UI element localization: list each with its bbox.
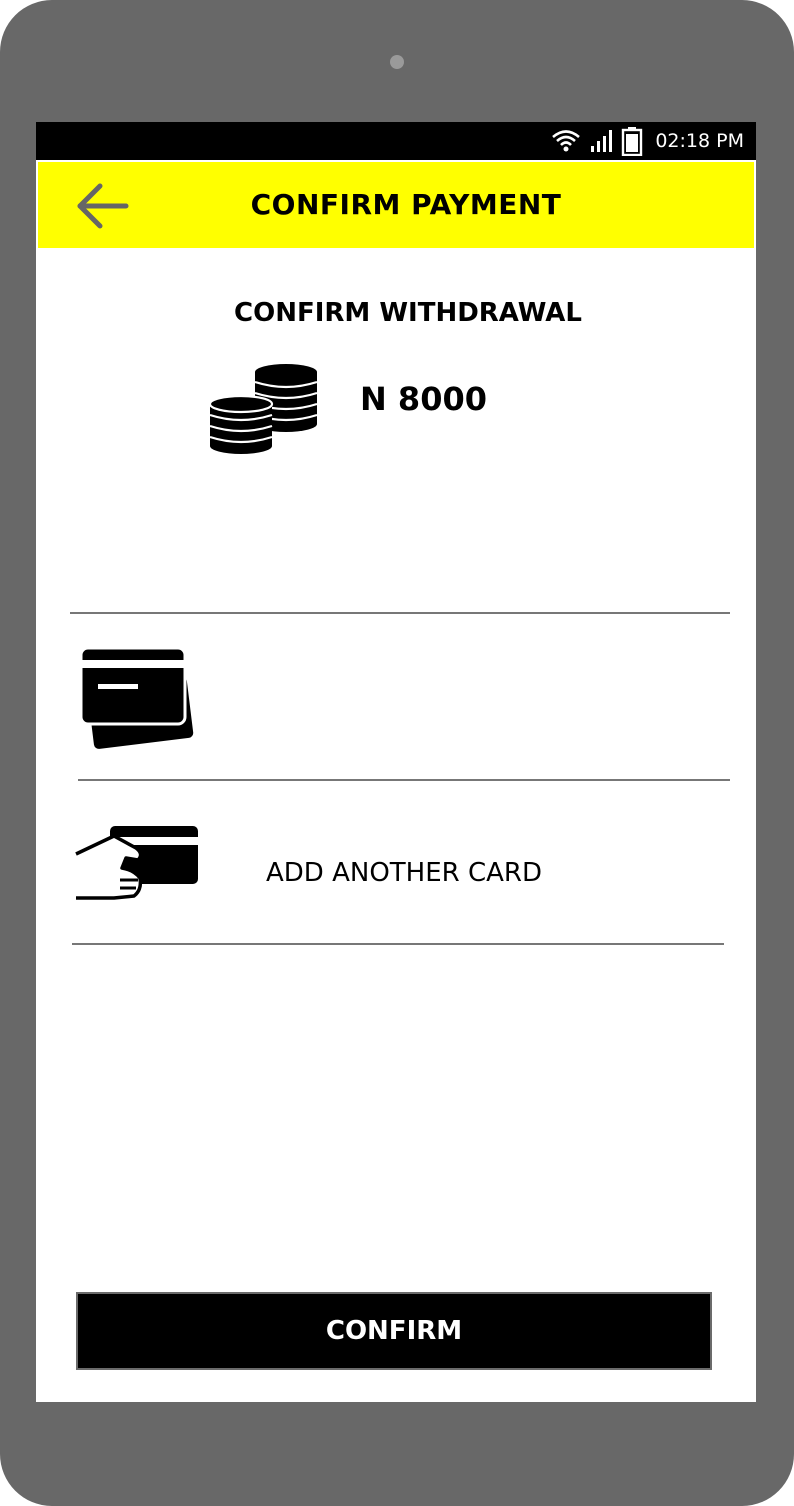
confirm-button[interactable]: CONFIRM bbox=[76, 1292, 712, 1370]
status-icons: 02:18 PM bbox=[551, 122, 744, 160]
status-bar: 02:18 PM bbox=[36, 122, 756, 160]
credit-card-icon[interactable] bbox=[78, 646, 196, 754]
wifi-icon bbox=[552, 130, 581, 152]
app-bar: CONFIRM PAYMENT bbox=[38, 162, 754, 248]
divider-middle bbox=[78, 779, 730, 781]
divider-top bbox=[70, 612, 730, 614]
phone-screen: 02:18 PM CONFIRM PAYMENT CONFIRM WITHDRA… bbox=[36, 122, 756, 1402]
withdrawal-amount: N 8000 bbox=[360, 380, 487, 418]
coins-icon bbox=[208, 364, 318, 454]
withdrawal-title: CONFIRM WITHDRAWAL bbox=[234, 298, 582, 328]
add-another-card-button[interactable]: ADD ANOTHER CARD bbox=[266, 858, 542, 888]
hand-card-icon[interactable] bbox=[74, 824, 200, 904]
page-title: CONFIRM PAYMENT bbox=[250, 188, 562, 221]
camera-dot bbox=[390, 55, 404, 69]
battery-icon bbox=[622, 127, 643, 156]
signal-icon bbox=[591, 130, 613, 152]
divider-bottom bbox=[72, 943, 724, 945]
device-frame: 02:18 PM CONFIRM PAYMENT CONFIRM WITHDRA… bbox=[0, 0, 794, 1506]
status-time: 02:18 PM bbox=[655, 130, 744, 152]
